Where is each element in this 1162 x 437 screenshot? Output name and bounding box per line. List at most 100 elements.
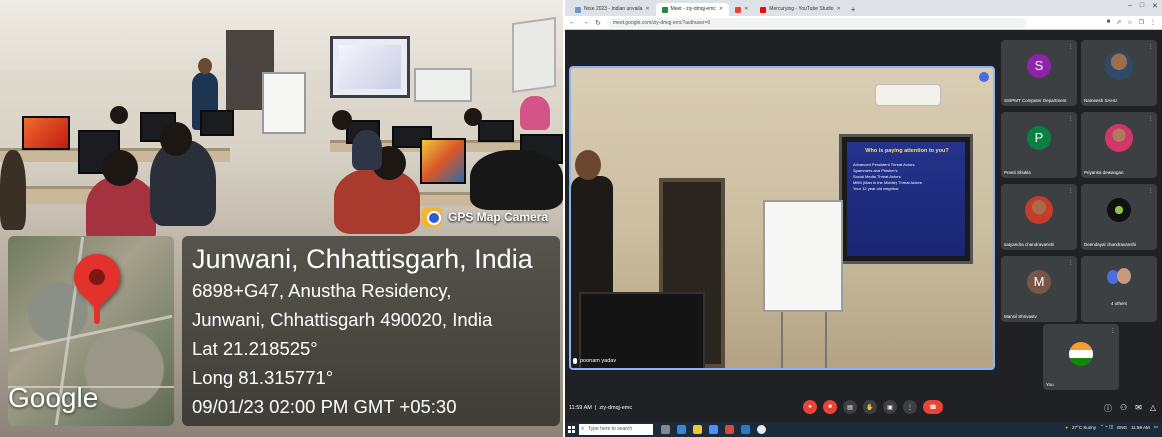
participant-name: Deendayal chandravanshi — [1084, 242, 1137, 247]
participant-tile[interactable]: ⋮ S SSIPMT Computer Department — [1001, 40, 1077, 106]
meeting-clock-and-code: 11:59 AM | ziy-dmqj-emc — [569, 405, 633, 411]
taskbar-apps — [661, 425, 766, 434]
participant-photo — [1025, 196, 1053, 224]
participant-name: Mansil Shrivastv — [1004, 314, 1037, 319]
back-icon[interactable]: ← — [569, 19, 576, 26]
mic-off-button[interactable]: ● — [803, 400, 817, 414]
gps-classroom-photo: GPS Map Camera Google Junwani, Chhattisg… — [0, 0, 563, 437]
participant-avatar: S — [1027, 54, 1051, 78]
maximize-icon[interactable]: □ — [1140, 2, 1144, 10]
edge-icon[interactable] — [677, 425, 686, 434]
camera-off-button[interactable]: ■ — [823, 400, 837, 414]
chrome-icon[interactable] — [757, 425, 766, 434]
self-view-tile[interactable]: ⋮ You — [1043, 324, 1119, 390]
weather-text: 27°C Sunny — [1071, 424, 1097, 430]
more-options-icon[interactable]: ⋮ — [1068, 188, 1073, 194]
store-icon[interactable] — [709, 425, 718, 434]
chat-icon[interactable]: ✉ — [1135, 403, 1142, 414]
browser-tab-active[interactable]: Meet - ziy-dmqj-emc ✕ — [655, 3, 730, 16]
main-speaker-video[interactable]: Who is paying attention to you? Advanced… — [569, 66, 995, 370]
others-tile[interactable]: 4 others — [1081, 256, 1157, 322]
new-tab-button[interactable]: + — [851, 3, 856, 16]
language-indicator[interactable]: ENG — [1117, 425, 1127, 430]
taskbar-search-input[interactable]: Type here to search — [579, 424, 653, 435]
browser-toolbar-icons: ■ ⇗ ☆ ❒ ⋮ — [1107, 19, 1156, 26]
longitude: Long 81.315771° — [192, 367, 334, 388]
more-options-icon[interactable]: ⋮ — [1148, 188, 1153, 194]
tab-close-icon[interactable]: ✕ — [719, 3, 723, 16]
windows-start-icon[interactable] — [568, 426, 575, 433]
ceiling — [0, 0, 563, 70]
more-options-icon[interactable]: ⋮ — [1068, 260, 1073, 266]
more-options-icon[interactable]: ⋮ — [1068, 44, 1073, 50]
participant-photo — [1105, 124, 1133, 152]
self-label: You — [1046, 382, 1054, 387]
tab-title: Nrse 2023 - Indian unvaila — [584, 6, 643, 12]
participant-tile[interactable]: ⋮ satyandra chandravanshi — [1001, 184, 1077, 250]
office-icon[interactable] — [725, 425, 734, 434]
screenshot-root: GPS Map Camera Google Junwani, Chhattisg… — [0, 0, 1162, 437]
browser-tab[interactable]: ✕ — [729, 3, 754, 16]
student — [470, 150, 563, 210]
tab-close-icon[interactable]: ✕ — [645, 3, 649, 16]
speaker-name-tag: poonam yadav — [573, 358, 616, 364]
call-controls: ● ■ ▤ ✋ ▣ ⋮ ☎ — [803, 400, 943, 414]
tab-close-icon[interactable]: ✕ — [837, 3, 841, 16]
participant-tile[interactable]: ⋮ Deendayal chandravanshi — [1081, 184, 1157, 250]
people-icon[interactable]: ⚇ — [1120, 403, 1127, 414]
student-head — [110, 106, 128, 124]
student-head — [464, 108, 482, 126]
camera-indicator-icon[interactable]: ■ — [1107, 19, 1111, 26]
location-info-box: Junwani, Chhattisgarh, India 6898+G47, A… — [182, 236, 560, 426]
share-icon[interactable]: ⇗ — [1116, 19, 1121, 26]
self-avatar — [1069, 342, 1093, 366]
meeting-clock: 11:59 AM — [569, 405, 592, 411]
browser-menu-icon[interactable]: ⋮ — [1150, 19, 1156, 26]
more-options-icon[interactable]: ⋮ — [1148, 44, 1153, 50]
notification-icon[interactable]: ▭ — [1154, 424, 1158, 430]
slide-title: Who is paying attention to you? — [865, 148, 949, 154]
extensions-icon[interactable]: ❒ — [1139, 19, 1144, 26]
url-field[interactable]: meet.google.com/ziy-dmqj-emc?authuser=0 — [606, 17, 1027, 28]
forward-icon[interactable]: → — [582, 19, 589, 26]
file-explorer-icon[interactable] — [693, 425, 702, 434]
tab-close-icon[interactable]: ✕ — [744, 3, 748, 16]
raise-hand-button[interactable]: ✋ — [863, 400, 877, 414]
more-options-icon[interactable]: ⋮ — [1110, 328, 1115, 334]
browser-tab[interactable]: Nrse 2023 - Indian unvaila ✕ — [569, 3, 656, 16]
meet-favicon-icon — [661, 6, 668, 13]
close-window-icon[interactable]: ✕ — [1152, 2, 1158, 10]
participant-tile[interactable]: ⋮ Priyanka dewangan — [1081, 112, 1157, 178]
more-options-icon[interactable]: ⋮ — [1068, 116, 1073, 122]
info-icon[interactable]: ⓘ — [1104, 403, 1112, 414]
participant-name: Preeti Shukla — [1004, 170, 1031, 175]
flip-chart — [262, 72, 306, 134]
activities-icon[interactable]: △ — [1150, 403, 1156, 414]
address-line-2: Junwani, Chhattisgarh 490020, India — [192, 309, 493, 330]
taskbar-clock[interactable]: 11:59 AM — [1131, 425, 1150, 430]
pin-icon[interactable] — [979, 72, 989, 82]
map-thumbnail: Google — [8, 236, 174, 426]
more-options-button[interactable]: ⋮ — [903, 400, 917, 414]
minimize-icon[interactable]: – — [1128, 2, 1132, 10]
participant-name: Priyanka dewangan — [1084, 170, 1124, 175]
reload-icon[interactable]: ↻ — [595, 19, 601, 27]
bookmark-star-icon[interactable]: ☆ — [1127, 19, 1132, 26]
participant-name: Nameesh SAHU — [1084, 98, 1118, 103]
leave-call-button[interactable]: ☎ — [923, 400, 943, 414]
participant-tile[interactable]: ⋮ Nameesh SAHU — [1081, 40, 1157, 106]
gps-badge-label: GPS Map Camera — [448, 210, 549, 224]
participant-tile[interactable]: ⋮ P Preeti Shukla — [1001, 112, 1077, 178]
browser-tab[interactable]: Mercurying - YouTube Studio ✕ — [754, 3, 847, 16]
mail-icon[interactable] — [741, 425, 750, 434]
student-head — [332, 110, 352, 130]
more-options-icon[interactable]: ⋮ — [1148, 116, 1153, 122]
monitor — [200, 110, 234, 136]
participant-tile[interactable]: ⋮ M Mansil Shrivastv — [1001, 256, 1077, 322]
browser-tab-bar: Nrse 2023 - Indian unvaila ✕ Meet - ziy-… — [565, 0, 1162, 16]
present-button[interactable]: ▣ — [883, 400, 897, 414]
tray-icons[interactable]: ⌃ ⌁ ◫ — [1100, 424, 1113, 430]
task-view-icon[interactable] — [661, 425, 670, 434]
captions-button[interactable]: ▤ — [843, 400, 857, 414]
whiteboard-leg — [825, 312, 827, 368]
